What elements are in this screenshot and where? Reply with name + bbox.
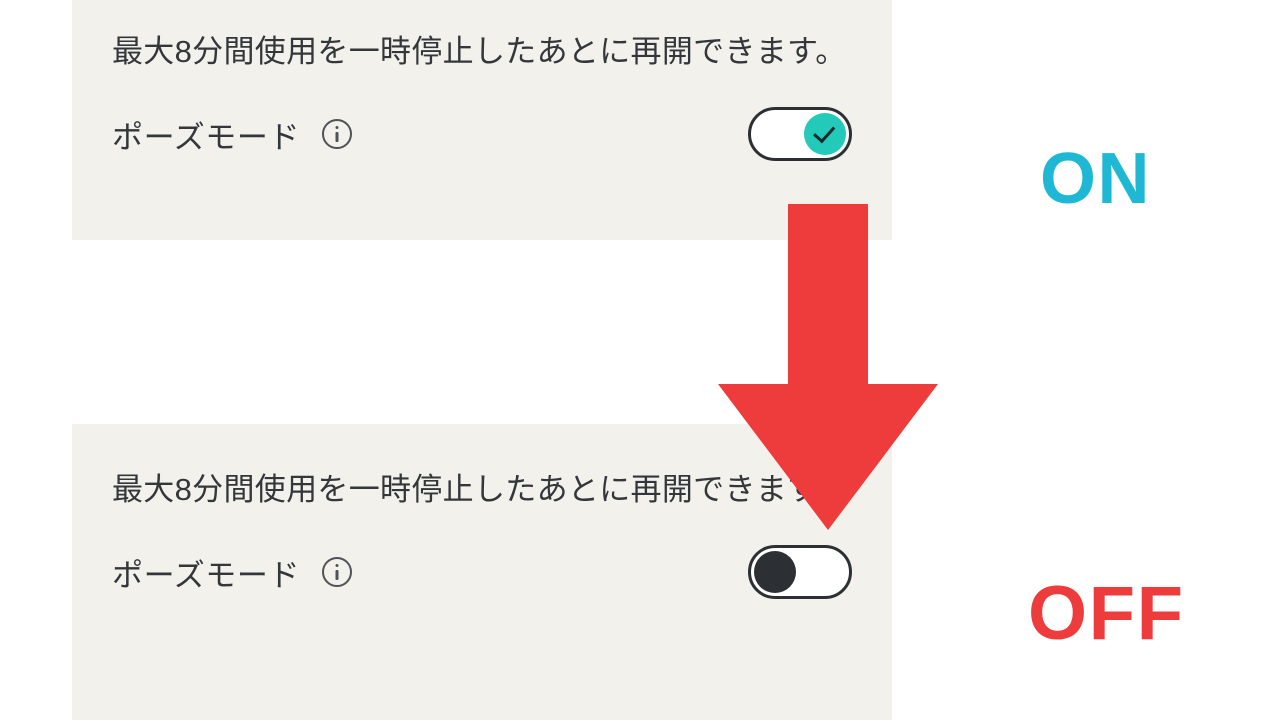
- on-annotation-label: ON: [1040, 138, 1151, 220]
- checkmark-icon: [813, 121, 835, 144]
- down-arrow-icon: [718, 204, 938, 530]
- info-icon[interactable]: [322, 119, 352, 149]
- pause-mode-toggle-on[interactable]: [748, 107, 852, 161]
- label-wrap: ポーズモード: [112, 112, 352, 157]
- pause-mode-row: ポーズモード: [112, 545, 852, 599]
- pause-mode-label: ポーズモード: [112, 550, 300, 595]
- pause-mode-toggle-off[interactable]: [748, 545, 852, 599]
- toggle-knob-on: [804, 113, 846, 155]
- toggle-knob-off: [754, 551, 796, 593]
- pause-mode-row: ポーズモード: [112, 107, 852, 161]
- pause-mode-description: 最大8分間使用を一時停止したあとに再開できます。: [112, 26, 852, 77]
- off-annotation-label: OFF: [1028, 570, 1185, 657]
- label-wrap: ポーズモード: [112, 550, 352, 595]
- pause-mode-label: ポーズモード: [112, 112, 300, 157]
- info-icon[interactable]: [322, 557, 352, 587]
